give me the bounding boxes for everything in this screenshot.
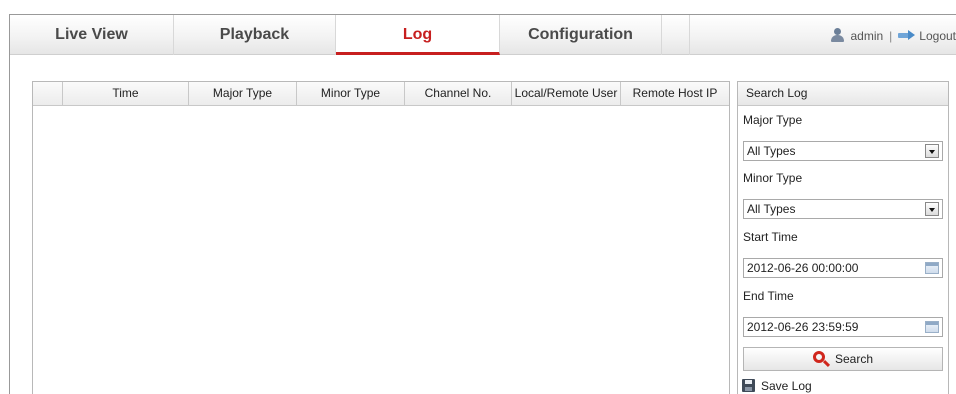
dropdown-arrow-icon[interactable] — [925, 202, 939, 216]
column-header-local-remote-user[interactable]: Local/Remote User — [512, 82, 621, 106]
search-button[interactable]: Search — [743, 347, 943, 371]
search-log-panel: Search Log Major Type All Types Minor Ty… — [737, 81, 949, 394]
tab-playback[interactable]: Playback — [174, 15, 336, 55]
end-time-value: 2012-06-26 23:59:59 — [747, 320, 859, 334]
logout-icon[interactable] — [898, 29, 916, 40]
save-disk-icon — [742, 379, 755, 393]
end-time-input[interactable]: 2012-06-26 23:59:59 — [743, 317, 943, 337]
log-table: Time Major Type Minor Type Channel No. L… — [32, 81, 730, 394]
column-header-remote-host-ip[interactable]: Remote Host IP — [621, 82, 729, 106]
dropdown-arrow-icon[interactable] — [925, 144, 939, 158]
minor-type-value: All Types — [747, 202, 796, 216]
tab-spacer — [662, 15, 690, 55]
username-label: admin — [850, 28, 884, 43]
minor-type-select[interactable]: All Types — [743, 199, 943, 219]
start-time-input[interactable]: 2012-06-26 00:00:00 — [743, 258, 943, 278]
logout-link[interactable]: Logout — [919, 29, 956, 43]
user-icon — [830, 27, 845, 42]
search-button-label: Search — [834, 352, 874, 366]
major-type-select[interactable]: All Types — [743, 141, 943, 161]
start-time-label: Start Time — [743, 230, 798, 244]
calendar-icon[interactable] — [925, 262, 939, 274]
save-log-label: Save Log — [761, 379, 812, 393]
tab-log[interactable]: Log — [336, 15, 500, 55]
search-icon — [812, 350, 831, 367]
end-time-label: End Time — [743, 289, 794, 303]
column-header-major-type[interactable]: Major Type — [189, 82, 297, 106]
tab-live-view[interactable]: Live View — [10, 15, 174, 55]
user-separator: | — [889, 28, 893, 43]
minor-type-label: Minor Type — [743, 171, 803, 185]
major-type-value: All Types — [747, 144, 796, 158]
save-log-button[interactable]: Save Log — [742, 378, 812, 394]
user-area: admin | Logout — [830, 15, 956, 55]
top-nav-bar: Live View Playback Log Configuration adm… — [10, 15, 956, 55]
tab-configuration[interactable]: Configuration — [500, 15, 662, 55]
calendar-icon[interactable] — [925, 321, 939, 333]
start-time-value: 2012-06-26 00:00:00 — [747, 261, 859, 275]
column-header-channel-no[interactable]: Channel No. — [405, 82, 512, 106]
major-type-label: Major Type — [743, 113, 803, 127]
column-header-minor-type[interactable]: Minor Type — [297, 82, 405, 106]
column-header-time[interactable]: Time — [63, 82, 189, 106]
search-log-title: Search Log — [738, 82, 948, 106]
column-header-select[interactable] — [33, 82, 63, 106]
log-table-header: Time Major Type Minor Type Channel No. L… — [33, 82, 729, 106]
